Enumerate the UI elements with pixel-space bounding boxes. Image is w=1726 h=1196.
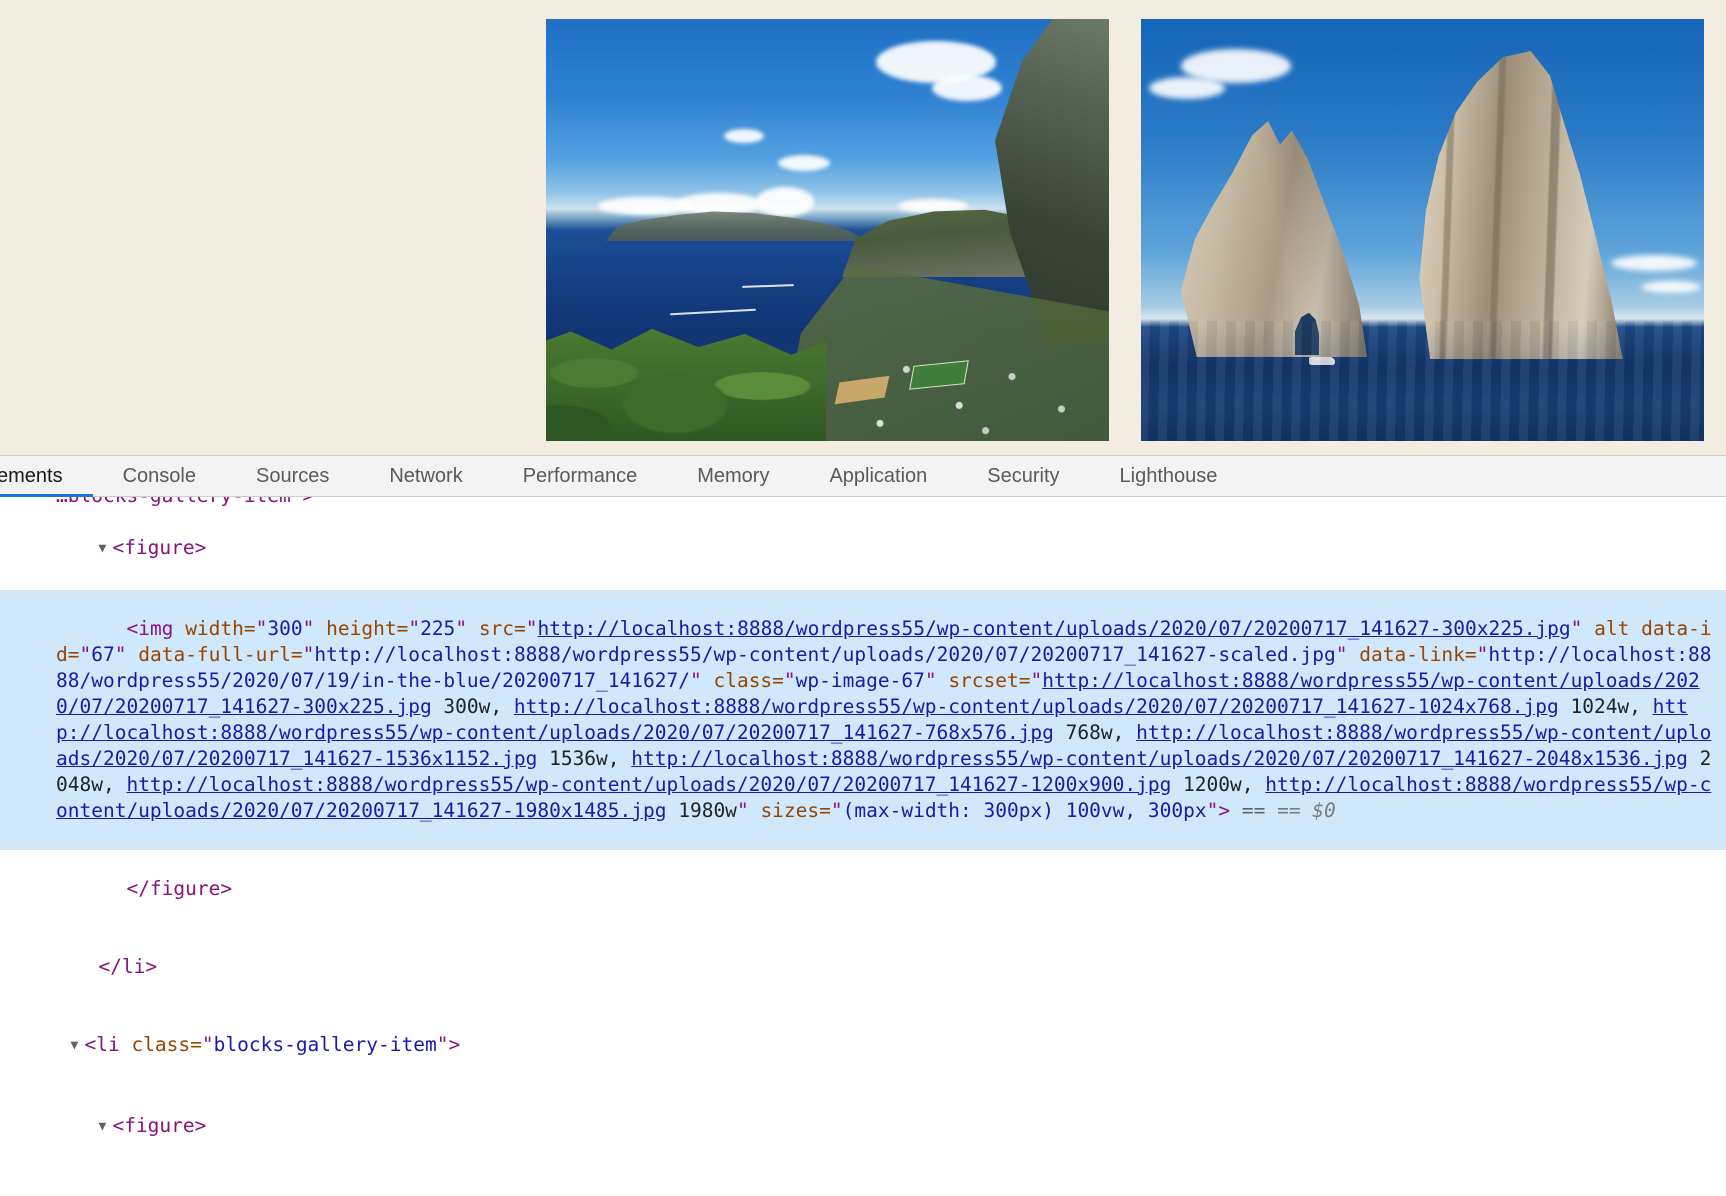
img1-srcset-width-3: 1536w, (537, 747, 631, 770)
tab-lighthouse[interactable]: Lighthouse (1090, 456, 1248, 496)
img1-data-full-url: http://localhost:8888/wordpress55/wp-con… (314, 643, 1335, 666)
img1-srcset-width-1: 1024w, (1559, 695, 1653, 718)
tab-elements[interactable]: ements (0, 456, 93, 496)
tab-sources-label: Sources (256, 465, 329, 488)
img1-data-id: 67 (91, 643, 114, 666)
img1-srcset-width-5: 1200w, (1171, 773, 1265, 796)
img1-srcset-width-2: 768w, (1054, 721, 1136, 744)
tab-application[interactable]: Application (799, 456, 957, 496)
capri-coastline-photo (546, 19, 1109, 441)
img1-width: 300 (267, 617, 302, 640)
blocks-gallery (546, 19, 1704, 441)
dom-node-figure-close-1[interactable]: </figure> (0, 850, 1726, 928)
dom-node-img-1[interactable]: <img width="300" height="225" src="http:… (0, 590, 1726, 850)
img1-sizes: (max-width: 300px) 100vw, 300px (843, 799, 1207, 822)
dom-node-figure-open-1[interactable]: ▼<figure> (0, 509, 1726, 590)
img1-tag-name: img (138, 617, 173, 640)
img1-height: 225 (420, 617, 455, 640)
tab-sources[interactable]: Sources (226, 456, 359, 496)
tab-network[interactable]: Network (359, 456, 492, 496)
tab-network-label: Network (389, 465, 462, 488)
gallery-image-1[interactable] (546, 19, 1109, 441)
tab-security-label: Security (987, 465, 1059, 488)
li2-class: blocks-gallery-item (214, 1033, 437, 1056)
dom-figure-open-1-text: <figure> (112, 536, 206, 559)
tab-console-label: Console (123, 465, 196, 488)
dom-line-clipped-top: …blocks-gallery-item"> (0, 497, 1726, 509)
disclosure-triangle-icon[interactable]: ▼ (98, 1114, 112, 1140)
tab-console[interactable]: Console (93, 456, 226, 496)
dom-node-li-close-1[interactable]: </li> (0, 928, 1726, 1006)
tab-security[interactable]: Security (957, 456, 1089, 496)
selected-node-marker: == $0 (1277, 799, 1336, 822)
img1-srcset-url-5[interactable]: http://localhost:8888/wordpress55/wp-con… (126, 773, 1171, 796)
rock-stack-right-shading (1413, 51, 1627, 359)
dom-node-figure-open-2[interactable]: ▼<figure> (0, 1087, 1726, 1168)
tab-application-label: Application (829, 465, 927, 488)
dom-figure-open-2-text: <figure> (112, 1114, 206, 1137)
img1-srcset-width-6: 1980w (666, 799, 736, 822)
tab-performance[interactable]: Performance (493, 456, 668, 496)
dom-tree-view[interactable]: …blocks-gallery-item"> ▼<figure> <img wi… (0, 497, 1726, 1196)
dom-figure-close-1-text: </figure> (126, 877, 232, 900)
dom-node-li-open-2[interactable]: ▼<li class="blocks-gallery-item"> (0, 1006, 1726, 1087)
tab-memory[interactable]: Memory (667, 456, 799, 496)
img1-srcset-url-4[interactable]: http://localhost:8888/wordpress55/wp-con… (631, 747, 1688, 770)
web-page-viewport (0, 0, 1726, 455)
faraglioni-rocks-photo (1141, 19, 1704, 441)
disclosure-triangle-icon[interactable]: ▼ (98, 536, 112, 562)
dom-line-clipped-top-text: …blocks-gallery-item"> (56, 497, 314, 509)
tab-performance-label: Performance (523, 465, 638, 488)
tab-memory-label: Memory (697, 465, 769, 488)
disclosure-triangle-icon[interactable]: ▼ (70, 1033, 84, 1059)
tab-elements-label: ements (0, 465, 63, 488)
dom-li-close-1-text: </li> (98, 955, 157, 978)
img1-class: wp-image-67 (796, 669, 925, 692)
img1-srcset-width-0: 300w, (432, 695, 514, 718)
sea-surface (1141, 321, 1704, 441)
devtools-tab-bar: ements Console Sources Network Performan… (0, 456, 1726, 497)
img1-srcset-url-1[interactable]: http://localhost:8888/wordpress55/wp-con… (514, 695, 1559, 718)
devtools-panel: ements Console Sources Network Performan… (0, 455, 1726, 1196)
dom-node-img-2[interactable]: <img loading="lazy" width="300" height="… (0, 1168, 1726, 1196)
foreground-foliage (546, 321, 826, 441)
tab-lighthouse-label: Lighthouse (1120, 465, 1218, 488)
img1-src[interactable]: http://localhost:8888/wordpress55/wp-con… (538, 617, 1571, 640)
gallery-image-2[interactable] (1141, 19, 1704, 441)
